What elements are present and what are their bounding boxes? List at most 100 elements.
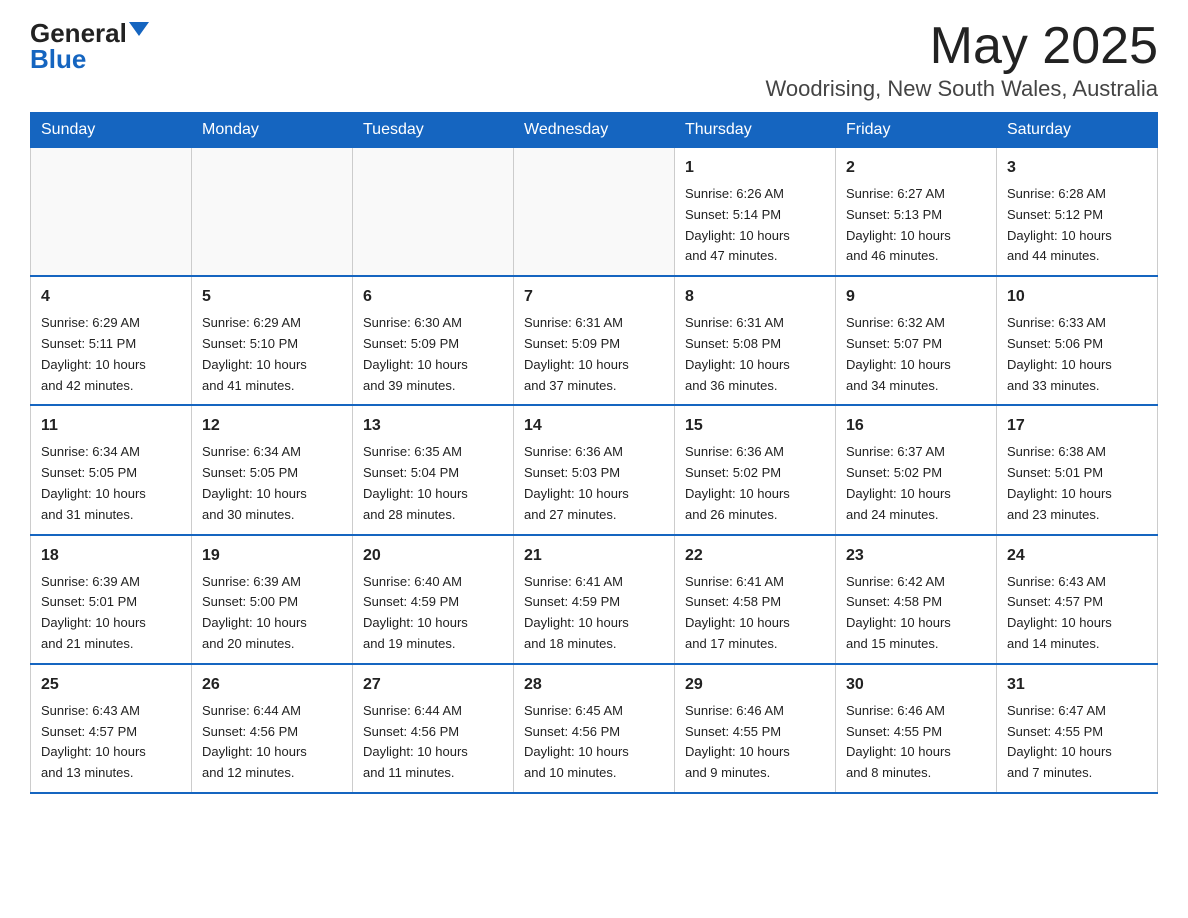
day-number: 26 bbox=[202, 673, 342, 697]
day-info: Sunrise: 6:35 AMSunset: 5:04 PMDaylight:… bbox=[363, 442, 503, 525]
day-number: 22 bbox=[685, 544, 825, 568]
table-row: 7Sunrise: 6:31 AMSunset: 5:09 PMDaylight… bbox=[514, 276, 675, 405]
day-number: 17 bbox=[1007, 414, 1147, 438]
day-number: 13 bbox=[363, 414, 503, 438]
day-info: Sunrise: 6:43 AMSunset: 4:57 PMDaylight:… bbox=[41, 701, 181, 784]
day-number: 5 bbox=[202, 285, 342, 309]
day-info: Sunrise: 6:33 AMSunset: 5:06 PMDaylight:… bbox=[1007, 313, 1147, 396]
day-info: Sunrise: 6:37 AMSunset: 5:02 PMDaylight:… bbox=[846, 442, 986, 525]
table-row: 9 Sunrise: 6:32 AMSunset: 5:07 PMDaylight… bbox=[836, 276, 997, 405]
calendar-week-row: 4 Sunrise: 6:29 AMSunset: 5:11 PMDaylight… bbox=[31, 276, 1158, 405]
day-number: 24 bbox=[1007, 544, 1147, 568]
calendar-week-row: 25 Sunrise: 6:43 AMSunset: 4:57 PMDayligh… bbox=[31, 664, 1158, 793]
day-number: 23 bbox=[846, 544, 986, 568]
day-number: 15 bbox=[685, 414, 825, 438]
table-row: 31 Sunrise: 6:47 AMSunset: 4:55 PMDayligh… bbox=[997, 664, 1158, 793]
table-row: 10 Sunrise: 6:33 AMSunset: 5:06 PMDayligh… bbox=[997, 276, 1158, 405]
table-row: 25 Sunrise: 6:43 AMSunset: 4:57 PMDayligh… bbox=[31, 664, 192, 793]
day-number: 21 bbox=[524, 544, 664, 568]
col-sunday: Sunday bbox=[31, 113, 192, 148]
day-number: 2 bbox=[846, 156, 986, 180]
day-number: 7 bbox=[524, 285, 664, 309]
day-info: Sunrise: 6:39 AMSunset: 5:01 PMDaylight:… bbox=[41, 572, 181, 655]
day-info: Sunrise: 6:47 AMSunset: 4:55 PMDaylight:… bbox=[1007, 701, 1147, 784]
table-row: 18 Sunrise: 6:39 AMSunset: 5:01 PMDayligh… bbox=[31, 535, 192, 664]
day-info: Sunrise: 6:34 AMSunset: 5:05 PMDaylight:… bbox=[202, 442, 342, 525]
table-row: 19Sunrise: 6:39 AMSunset: 5:00 PMDayligh… bbox=[192, 535, 353, 664]
logo-text: General bbox=[30, 20, 127, 46]
day-info: Sunrise: 6:28 AMSunset: 5:12 PMDaylight:… bbox=[1007, 184, 1147, 267]
day-info: Sunrise: 6:41 AMSunset: 4:59 PMDaylight:… bbox=[524, 572, 664, 655]
table-row: 28Sunrise: 6:45 AMSunset: 4:56 PMDayligh… bbox=[514, 664, 675, 793]
table-row: 20 Sunrise: 6:40 AMSunset: 4:59 PMDayligh… bbox=[353, 535, 514, 664]
day-number: 25 bbox=[41, 673, 181, 697]
day-number: 18 bbox=[41, 544, 181, 568]
day-info: Sunrise: 6:29 AMSunset: 5:10 PMDaylight:… bbox=[202, 313, 342, 396]
day-info: Sunrise: 6:31 AMSunset: 5:08 PMDaylight:… bbox=[685, 313, 825, 396]
table-row bbox=[514, 148, 675, 277]
day-info: Sunrise: 6:26 AMSunset: 5:14 PMDaylight:… bbox=[685, 184, 825, 267]
table-row bbox=[31, 148, 192, 277]
table-row: 11 Sunrise: 6:34 AMSunset: 5:05 PMDayligh… bbox=[31, 405, 192, 534]
location: Woodrising, New South Wales, Australia bbox=[765, 76, 1158, 102]
calendar-week-row: 1 Sunrise: 6:26 AMSunset: 5:14 PMDaylight… bbox=[31, 148, 1158, 277]
day-info: Sunrise: 6:41 AMSunset: 4:58 PMDaylight:… bbox=[685, 572, 825, 655]
day-info: Sunrise: 6:46 AMSunset: 4:55 PMDaylight:… bbox=[846, 701, 986, 784]
day-number: 28 bbox=[524, 673, 664, 697]
col-saturday: Saturday bbox=[997, 113, 1158, 148]
day-info: Sunrise: 6:43 AMSunset: 4:57 PMDaylight:… bbox=[1007, 572, 1147, 655]
day-number: 19 bbox=[202, 544, 342, 568]
col-tuesday: Tuesday bbox=[353, 113, 514, 148]
day-number: 30 bbox=[846, 673, 986, 697]
table-row: 24 Sunrise: 6:43 AMSunset: 4:57 PMDayligh… bbox=[997, 535, 1158, 664]
logo-blue-text: Blue bbox=[30, 46, 86, 72]
table-row: 12 Sunrise: 6:34 AMSunset: 5:05 PMDayligh… bbox=[192, 405, 353, 534]
day-info: Sunrise: 6:32 AMSunset: 5:07 PMDaylight:… bbox=[846, 313, 986, 396]
day-info: Sunrise: 6:34 AMSunset: 5:05 PMDaylight:… bbox=[41, 442, 181, 525]
day-number: 4 bbox=[41, 285, 181, 309]
day-info: Sunrise: 6:44 AMSunset: 4:56 PMDaylight:… bbox=[202, 701, 342, 784]
calendar-header-row: Sunday Monday Tuesday Wednesday Thursday… bbox=[31, 113, 1158, 148]
table-row bbox=[353, 148, 514, 277]
day-number: 16 bbox=[846, 414, 986, 438]
day-info: Sunrise: 6:30 AMSunset: 5:09 PMDaylight:… bbox=[363, 313, 503, 396]
day-number: 20 bbox=[363, 544, 503, 568]
day-number: 31 bbox=[1007, 673, 1147, 697]
table-row: 23Sunrise: 6:42 AMSunset: 4:58 PMDayligh… bbox=[836, 535, 997, 664]
day-number: 1 bbox=[685, 156, 825, 180]
day-number: 27 bbox=[363, 673, 503, 697]
day-number: 14 bbox=[524, 414, 664, 438]
table-row: 16 Sunrise: 6:37 AMSunset: 5:02 PMDayligh… bbox=[836, 405, 997, 534]
month-title: May 2025 Woodrising, New South Wales, Au… bbox=[765, 20, 1158, 102]
table-row: 17 Sunrise: 6:38 AMSunset: 5:01 PMDayligh… bbox=[997, 405, 1158, 534]
table-row: 4 Sunrise: 6:29 AMSunset: 5:11 PMDaylight… bbox=[31, 276, 192, 405]
day-number: 11 bbox=[41, 414, 181, 438]
table-row: 14 Sunrise: 6:36 AMSunset: 5:03 PMDayligh… bbox=[514, 405, 675, 534]
day-info: Sunrise: 6:36 AMSunset: 5:02 PMDaylight:… bbox=[685, 442, 825, 525]
day-info: Sunrise: 6:40 AMSunset: 4:59 PMDaylight:… bbox=[363, 572, 503, 655]
day-number: 3 bbox=[1007, 156, 1147, 180]
logo: General Blue bbox=[30, 20, 149, 72]
table-row: 22 Sunrise: 6:41 AMSunset: 4:58 PMDayligh… bbox=[675, 535, 836, 664]
table-row: 30 Sunrise: 6:46 AMSunset: 4:55 PMDayligh… bbox=[836, 664, 997, 793]
day-number: 9 bbox=[846, 285, 986, 309]
day-info: Sunrise: 6:38 AMSunset: 5:01 PMDaylight:… bbox=[1007, 442, 1147, 525]
calendar-week-row: 18 Sunrise: 6:39 AMSunset: 5:01 PMDayligh… bbox=[31, 535, 1158, 664]
day-info: Sunrise: 6:27 AMSunset: 5:13 PMDaylight:… bbox=[846, 184, 986, 267]
table-row: 15 Sunrise: 6:36 AMSunset: 5:02 PMDayligh… bbox=[675, 405, 836, 534]
table-row: 8 Sunrise: 6:31 AMSunset: 5:08 PMDaylight… bbox=[675, 276, 836, 405]
table-row: 26 Sunrise: 6:44 AMSunset: 4:56 PMDayligh… bbox=[192, 664, 353, 793]
day-number: 12 bbox=[202, 414, 342, 438]
day-info: Sunrise: 6:29 AMSunset: 5:11 PMDaylight:… bbox=[41, 313, 181, 396]
day-number: 10 bbox=[1007, 285, 1147, 309]
day-number: 29 bbox=[685, 673, 825, 697]
day-number: 8 bbox=[685, 285, 825, 309]
day-info: Sunrise: 6:36 AMSunset: 5:03 PMDaylight:… bbox=[524, 442, 664, 525]
table-row: 6Sunrise: 6:30 AMSunset: 5:09 PMDaylight… bbox=[353, 276, 514, 405]
col-thursday: Thursday bbox=[675, 113, 836, 148]
table-row: 5 Sunrise: 6:29 AMSunset: 5:10 PMDaylight… bbox=[192, 276, 353, 405]
table-row bbox=[192, 148, 353, 277]
calendar-week-row: 11 Sunrise: 6:34 AMSunset: 5:05 PMDayligh… bbox=[31, 405, 1158, 534]
table-row: 3 Sunrise: 6:28 AMSunset: 5:12 PMDaylight… bbox=[997, 148, 1158, 277]
logo-triangle-icon bbox=[129, 22, 149, 36]
